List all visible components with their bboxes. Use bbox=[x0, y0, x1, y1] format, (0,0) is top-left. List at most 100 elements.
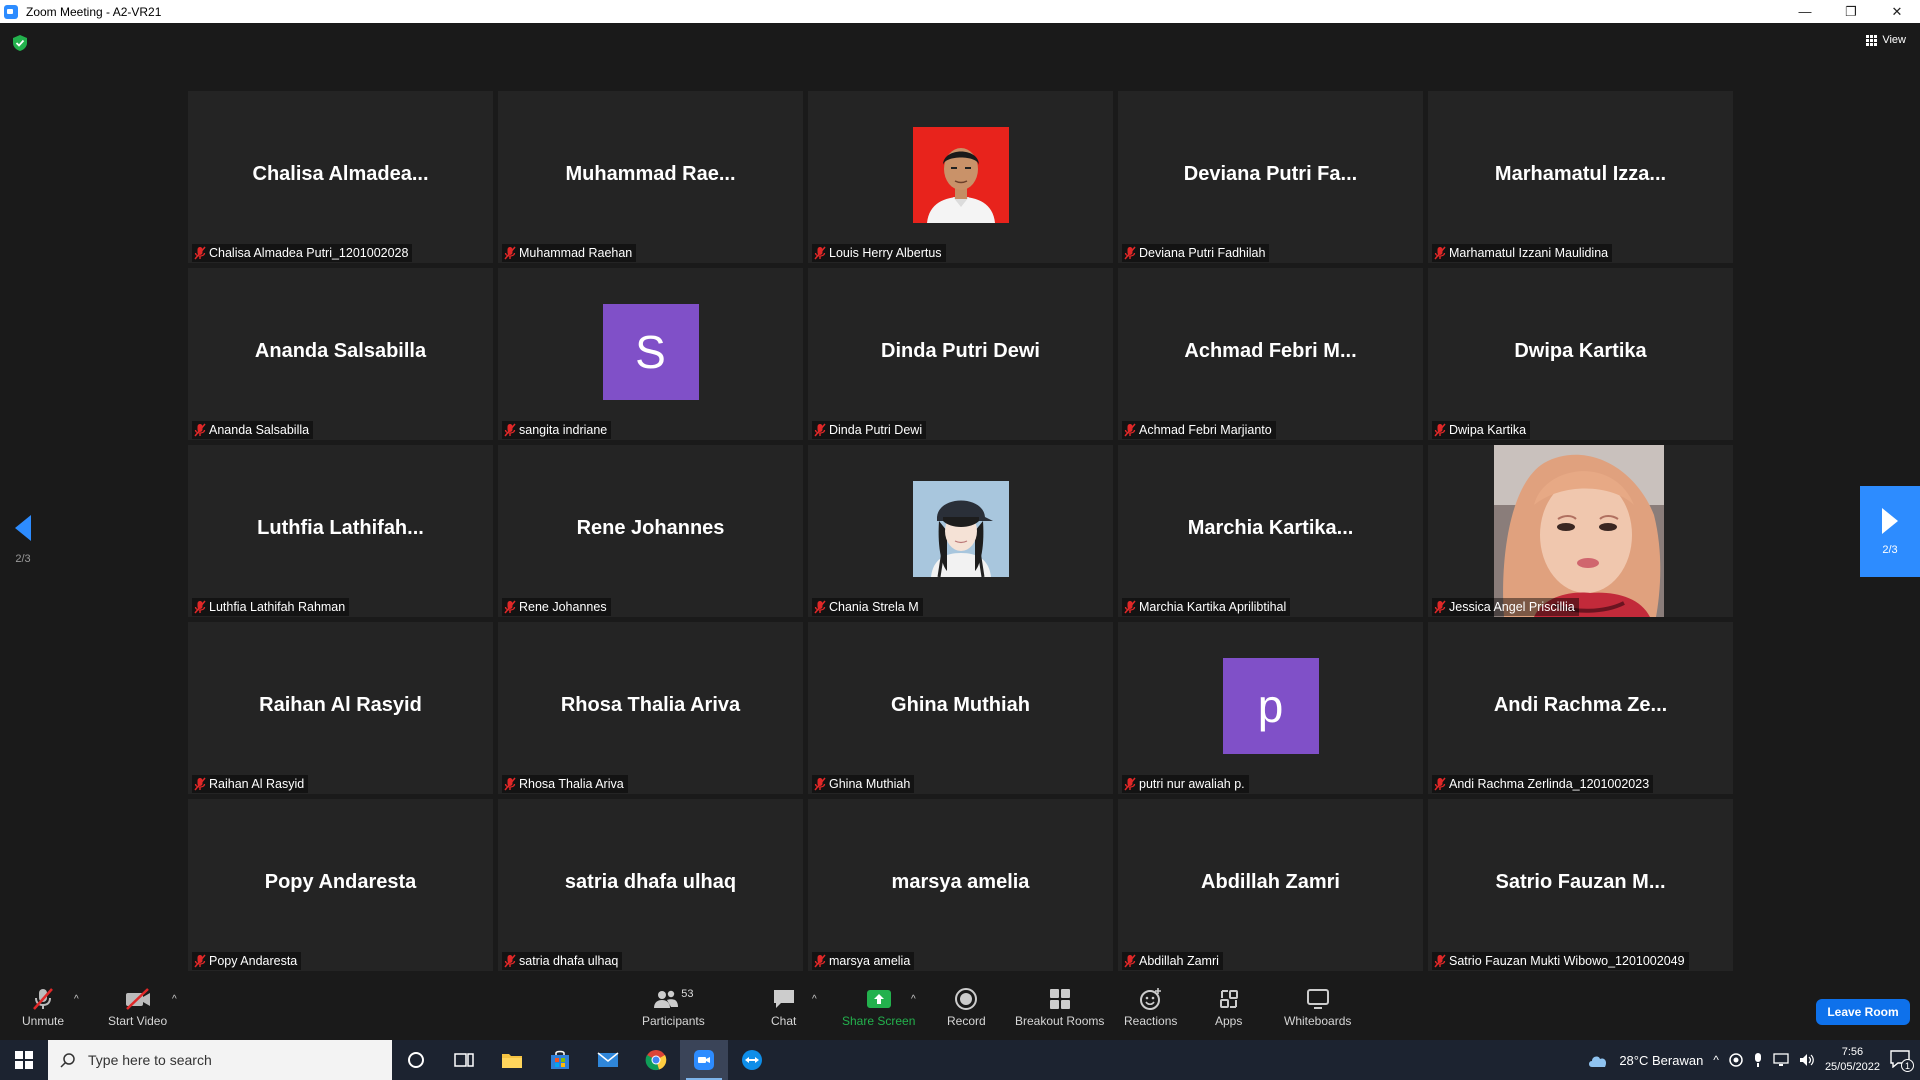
participant-tile[interactable]: Satrio Fauzan M... Satrio Fauzan Mukti Wi… bbox=[1428, 799, 1733, 971]
microphone-tray-icon[interactable] bbox=[1753, 1052, 1763, 1068]
participant-tile[interactable]: Ananda Salsabilla Ananda Salsabilla bbox=[188, 268, 493, 440]
participant-tile[interactable]: Rhosa Thalia Ariva Rhosa Thalia Ariva bbox=[498, 622, 803, 794]
participant-name-label: sangita indriane bbox=[502, 421, 612, 439]
cortana-icon[interactable] bbox=[392, 1040, 440, 1080]
participant-tile[interactable]: Deviana Putri Fa... Deviana Putri Fadhila… bbox=[1118, 91, 1423, 263]
participant-photo bbox=[912, 127, 1009, 223]
video-options-caret-icon[interactable]: ^ bbox=[172, 994, 177, 1005]
reactions-icon bbox=[1139, 988, 1161, 1010]
weather-text[interactable]: 28°C Berawan bbox=[1619, 1053, 1703, 1068]
chrome-icon[interactable] bbox=[632, 1040, 680, 1080]
participant-tile[interactable]: Chania Strela M bbox=[808, 445, 1113, 617]
start-button[interactable] bbox=[0, 1040, 48, 1080]
participant-name: Rene Johannes bbox=[519, 600, 607, 614]
security-shield-icon[interactable] bbox=[13, 35, 27, 51]
mic-muted-icon bbox=[1434, 600, 1446, 614]
zoom-taskbar-icon[interactable] bbox=[680, 1040, 728, 1080]
arrow-left-icon bbox=[15, 515, 31, 541]
previous-page-button[interactable]: 2/3 bbox=[15, 515, 31, 565]
participant-display-name: Rene Johannes bbox=[576, 517, 725, 539]
taskbar-search-box[interactable]: Type here to search bbox=[48, 1040, 392, 1080]
share-screen-button[interactable]: Share Screen bbox=[842, 986, 915, 1028]
file-explorer-icon[interactable] bbox=[488, 1040, 536, 1080]
participant-tile[interactable]: Ghina Muthiah Ghina Muthiah bbox=[808, 622, 1113, 794]
reactions-button[interactable]: Reactions bbox=[1124, 986, 1177, 1028]
participant-name: Achmad Febri Marjianto bbox=[1139, 423, 1272, 437]
next-page-button[interactable]: 2/3 bbox=[1860, 486, 1920, 577]
minimize-button[interactable]: — bbox=[1782, 0, 1828, 23]
leave-room-button[interactable]: Leave Room bbox=[1816, 999, 1910, 1025]
participant-tile[interactable]: Raihan Al Rasyid Raihan Al Rasyid bbox=[188, 622, 493, 794]
participant-name-label: marsya amelia bbox=[812, 952, 915, 970]
record-button[interactable]: Record bbox=[947, 986, 986, 1028]
participant-name: Luthfia Lathifah Rahman bbox=[209, 600, 346, 614]
chevron-up-icon[interactable]: ^ bbox=[1713, 1053, 1719, 1067]
notification-center-icon[interactable]: 1 bbox=[1890, 1050, 1914, 1072]
record-label: Record bbox=[947, 1014, 986, 1028]
participant-tile[interactable]: Louis Herry Albertus bbox=[808, 91, 1113, 263]
whiteboards-button[interactable]: Whiteboards bbox=[1284, 986, 1351, 1028]
participant-tile[interactable]: Dinda Putri Dewi Dinda Putri Dewi bbox=[808, 268, 1113, 440]
chat-icon bbox=[773, 990, 794, 1008]
arrow-right-icon bbox=[1882, 507, 1898, 534]
participant-tile[interactable]: Marhamatul Izza... Marhamatul Izzani Maul… bbox=[1428, 91, 1733, 263]
participants-button[interactable]: 53 Participants bbox=[642, 986, 705, 1028]
participant-tile[interactable]: Jessica Angel Priscillia bbox=[1428, 445, 1733, 617]
participant-tile[interactable]: Rene Johannes Rene Johannes bbox=[498, 445, 803, 617]
mic-muted-icon bbox=[1434, 954, 1446, 968]
task-view-icon[interactable] bbox=[440, 1040, 488, 1080]
participant-display-name: Andi Rachma Ze... bbox=[1493, 694, 1668, 716]
network-icon[interactable] bbox=[1773, 1053, 1789, 1067]
apps-button[interactable]: Apps bbox=[1215, 986, 1242, 1028]
participants-count: 53 bbox=[681, 988, 694, 1000]
windows-taskbar: Type here to search 28°C Berawan ^ 7:56 … bbox=[0, 1040, 1920, 1080]
clock-date: 25/05/2022 bbox=[1824, 1061, 1880, 1073]
taskbar-clock[interactable]: 7:56 25/05/2022 bbox=[1825, 1045, 1880, 1075]
participant-tile[interactable]: Achmad Febri M... Achmad Febri Marjianto bbox=[1118, 268, 1423, 440]
view-button[interactable]: View bbox=[1866, 34, 1906, 46]
participant-tile[interactable]: Dwipa Kartika Dwipa Kartika bbox=[1428, 268, 1733, 440]
participant-display-name: Chalisa Almadea... bbox=[252, 163, 429, 185]
volume-icon[interactable] bbox=[1799, 1053, 1815, 1067]
unmute-label: Unmute bbox=[22, 1014, 65, 1028]
participant-tile[interactable]: Luthfia Lathifah... Luthfia Lathifah Rahm… bbox=[188, 445, 493, 617]
participant-display-name: Ghina Muthiah bbox=[891, 694, 1030, 716]
breakout-rooms-button[interactable]: Breakout Rooms bbox=[1015, 986, 1104, 1028]
close-button[interactable]: ✕ bbox=[1874, 0, 1920, 23]
participant-tile[interactable]: Muhammad Rae... Muhammad Raehan bbox=[498, 91, 803, 263]
search-placeholder: Type here to search bbox=[88, 1052, 212, 1068]
mic-muted-icon bbox=[1434, 777, 1446, 791]
participant-display-name: Popy Andaresta bbox=[264, 871, 417, 893]
participant-name: Dinda Putri Dewi bbox=[829, 423, 923, 437]
audio-options-caret-icon[interactable]: ^ bbox=[74, 994, 79, 1005]
share-options-caret-icon[interactable]: ^ bbox=[911, 994, 916, 1005]
participant-tile[interactable]: Ssangita indriane bbox=[498, 268, 803, 440]
participant-tile[interactable]: Popy Andaresta Popy Andaresta bbox=[188, 799, 493, 971]
participant-tile[interactable]: Abdillah Zamri Abdillah Zamri bbox=[1118, 799, 1423, 971]
page-indicator-left: 2/3 bbox=[15, 553, 31, 565]
participant-tile[interactable]: Andi Rachma Ze... Andi Rachma Zerlinda_12… bbox=[1428, 622, 1733, 794]
record-tray-icon[interactable] bbox=[1729, 1053, 1743, 1067]
start-video-button[interactable]: Start Video bbox=[108, 986, 167, 1028]
share-screen-label: Share Screen bbox=[842, 1014, 916, 1028]
chat-options-caret-icon[interactable]: ^ bbox=[812, 994, 817, 1005]
weather-cloud-icon bbox=[1589, 1056, 1607, 1067]
unmute-button[interactable]: Unmute bbox=[22, 986, 64, 1028]
participant-tile[interactable]: p putri nur awaliah p. bbox=[1118, 622, 1423, 794]
participants-icon bbox=[654, 990, 679, 1008]
participant-name: marsya amelia bbox=[829, 954, 911, 968]
restore-button[interactable]: ❐ bbox=[1828, 0, 1874, 23]
mail-icon[interactable] bbox=[584, 1040, 632, 1080]
participant-tile[interactable]: Chalisa Almadea... Chalisa Almadea Putri_… bbox=[188, 91, 493, 263]
participant-tile[interactable]: marsya amelia marsya amelia bbox=[808, 799, 1113, 971]
view-label: View bbox=[1882, 34, 1906, 46]
participant-name: Ananda Salsabilla bbox=[209, 423, 310, 437]
microsoft-store-icon[interactable] bbox=[536, 1040, 584, 1080]
teamviewer-icon[interactable] bbox=[728, 1040, 776, 1080]
mic-muted-icon bbox=[504, 246, 516, 260]
window-titlebar: Zoom Meeting - A2-VR21 — ❐ ✕ bbox=[0, 0, 1920, 23]
participant-tile[interactable]: satria dhafa ulhaq satria dhafa ulhaq bbox=[498, 799, 803, 971]
chat-button[interactable]: Chat bbox=[771, 986, 796, 1028]
participant-tile[interactable]: Marchia Kartika... Marchia Kartika Aprili… bbox=[1118, 445, 1423, 617]
participant-name-label: Marchia Kartika Aprilibtihal bbox=[1122, 598, 1291, 616]
